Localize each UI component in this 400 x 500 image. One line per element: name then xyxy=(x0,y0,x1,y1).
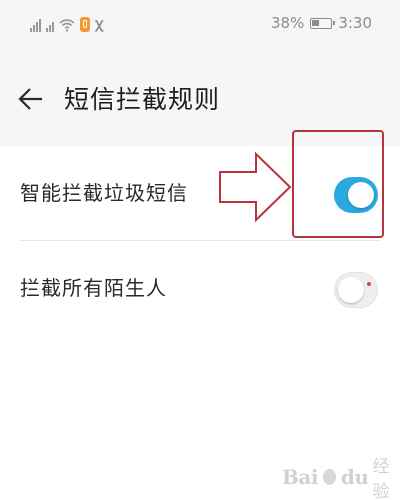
block-strangers-toggle[interactable] xyxy=(334,272,378,308)
status-bar: ꭓ 38% 3:30 xyxy=(0,0,400,46)
wifi-icon xyxy=(59,18,75,32)
setting-label: 智能拦截垃圾短信 xyxy=(20,181,188,205)
status-bar-left: ꭓ xyxy=(30,12,103,32)
title-bar: 短信拦截规则 xyxy=(0,74,400,128)
annotation-highlight-box xyxy=(292,130,384,238)
paw-icon xyxy=(322,469,336,485)
watermark: Bai du 经验 xyxy=(282,452,400,500)
page-title: 短信拦截规则 xyxy=(64,85,221,114)
back-arrow-icon[interactable] xyxy=(16,84,46,114)
battery-icon xyxy=(310,17,336,29)
sms-block-rules-screen: ꭓ 38% 3:30 短信拦截规则 智能拦截垃圾短信 拦截所有陌生人 Bai d… xyxy=(0,0,400,500)
battery-percent: 38% xyxy=(270,14,305,32)
watermark-text: 经验 xyxy=(372,457,390,500)
signal-2-icon xyxy=(46,16,54,32)
status-bar-right: 38% 3:30 xyxy=(271,14,372,32)
annotation-arrow-icon xyxy=(218,150,292,228)
toggle-knob xyxy=(338,277,364,303)
watermark-brand: Bai xyxy=(282,465,318,489)
app-notification-icon xyxy=(80,17,90,32)
signal-icon xyxy=(30,16,41,32)
watermark-brand-suffix: du xyxy=(340,465,369,489)
divider xyxy=(20,240,380,241)
setting-label: 拦截所有陌生人 xyxy=(20,276,167,300)
toggle-indicator-dot xyxy=(367,282,371,286)
setting-row-block-strangers[interactable]: 拦截所有陌生人 xyxy=(0,250,400,330)
notification-icon: ꭓ xyxy=(95,16,103,32)
clock: 3:30 xyxy=(338,14,372,32)
